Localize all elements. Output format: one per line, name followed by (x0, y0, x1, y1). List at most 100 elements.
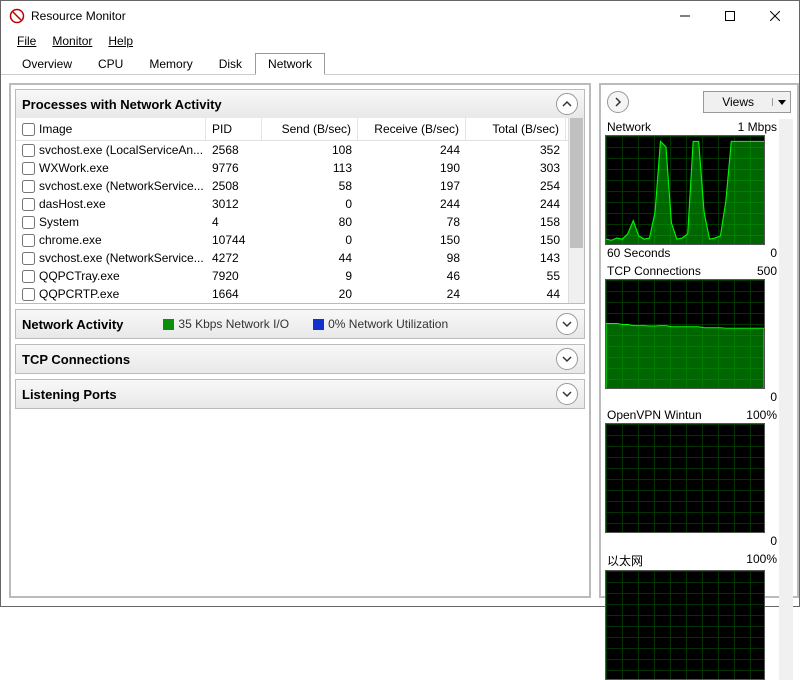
cell-pid: 4272 (206, 249, 262, 267)
collapse-right-panel-button[interactable] (607, 91, 629, 113)
chart-bot-right: 0 (770, 390, 777, 404)
cell-send: 108 (262, 141, 358, 159)
table-row[interactable]: svchost.exe (NetworkService...4272449814… (16, 249, 568, 267)
chart-bot-left: 60 Seconds (607, 246, 670, 260)
table-row[interactable]: WXWork.exe9776113190303 (16, 159, 568, 177)
chart-canvas (605, 423, 765, 533)
dropdown-icon[interactable] (772, 98, 790, 106)
processes-table: Image PID Send (B/sec) Receive (B/sec) T… (16, 118, 568, 303)
expand-icon[interactable] (556, 383, 578, 405)
cell-total: 254 (466, 177, 566, 195)
table-row[interactable]: chrome.exe107440150150 (16, 231, 568, 249)
tab-cpu[interactable]: CPU (85, 53, 136, 75)
collapse-icon[interactable] (556, 93, 578, 115)
right-panel: Views Network1 Mbps60 Seconds0TCP Connec… (599, 83, 799, 598)
section-processes-header[interactable]: Processes with Network Activity (16, 90, 584, 118)
section-tcp-connections-header[interactable]: TCP Connections (16, 345, 584, 373)
chart-title: OpenVPN Wintun (607, 408, 702, 422)
charts-scrollbar[interactable] (779, 119, 793, 680)
cell-receive: 190 (358, 159, 466, 177)
section-processes-title: Processes with Network Activity (22, 97, 222, 112)
chart-canvas (605, 570, 765, 680)
section-listening-title: Listening Ports (22, 387, 117, 402)
row-checkbox[interactable] (22, 234, 35, 247)
tab-overview[interactable]: Overview (9, 53, 85, 75)
row-checkbox[interactable] (22, 144, 35, 157)
row-checkbox[interactable] (22, 162, 35, 175)
select-all-checkbox[interactable] (22, 123, 35, 136)
menu-file[interactable]: File (11, 32, 42, 50)
tab-network[interactable]: Network (255, 53, 325, 75)
table-header-row: Image PID Send (B/sec) Receive (B/sec) T… (16, 118, 568, 141)
cell-image: dasHost.exe (39, 197, 106, 211)
section-tcp-title: TCP Connections (22, 352, 130, 367)
cell-total: 55 (466, 267, 566, 285)
cell-image: QQPCTray.exe (39, 269, 120, 283)
row-checkbox[interactable] (22, 198, 35, 211)
title-bar: Resource Monitor (1, 1, 799, 31)
chart-max: 1 Mbps (738, 120, 777, 134)
col-send[interactable]: Send (B/sec) (262, 118, 358, 140)
cell-receive: 98 (358, 249, 466, 267)
section-listening-ports-header[interactable]: Listening Ports (16, 380, 584, 408)
menu-bar: File Monitor Help (1, 31, 799, 51)
cell-image: chrome.exe (39, 233, 102, 247)
table-row[interactable]: QQPCRTP.exe1664202444 (16, 285, 568, 303)
cell-image: QQPCRTP.exe (39, 287, 119, 301)
row-checkbox[interactable] (22, 180, 35, 193)
expand-icon[interactable] (556, 313, 578, 335)
table-row[interactable]: System48078158 (16, 213, 568, 231)
chart-3: 以太网100% (605, 551, 779, 680)
section-tcp-connections: TCP Connections (15, 344, 585, 374)
views-button[interactable]: Views (703, 91, 791, 113)
cell-send: 20 (262, 285, 358, 303)
menu-monitor[interactable]: Monitor (46, 32, 98, 50)
table-row[interactable]: QQPCTray.exe792094655 (16, 267, 568, 285)
tab-memory[interactable]: Memory (136, 53, 205, 75)
cell-pid: 2508 (206, 177, 262, 195)
cell-send: 58 (262, 177, 358, 195)
tab-disk[interactable]: Disk (206, 53, 255, 75)
row-checkbox[interactable] (22, 270, 35, 283)
row-checkbox[interactable] (22, 216, 35, 229)
chart-2: OpenVPN Wintun100%0 (605, 407, 779, 549)
tab-row: Overview CPU Memory Disk Network (1, 51, 799, 75)
cell-send: 0 (262, 231, 358, 249)
table-row[interactable]: dasHost.exe30120244244 (16, 195, 568, 213)
cell-pid: 2568 (206, 141, 262, 159)
section-listening-ports: Listening Ports (15, 379, 585, 409)
expand-icon[interactable] (556, 348, 578, 370)
chart-1: TCP Connections5000 (605, 263, 779, 405)
cell-pid: 9776 (206, 159, 262, 177)
cell-image: WXWork.exe (39, 161, 109, 175)
minimize-button[interactable] (662, 2, 707, 30)
chart-canvas (605, 279, 765, 389)
cell-total: 303 (466, 159, 566, 177)
col-total[interactable]: Total (B/sec) (466, 118, 566, 140)
row-checkbox[interactable] (22, 252, 35, 265)
row-checkbox[interactable] (22, 288, 35, 301)
maximize-button[interactable] (707, 2, 752, 30)
cell-pid: 4 (206, 213, 262, 231)
col-receive[interactable]: Receive (B/sec) (358, 118, 466, 140)
table-scrollbar[interactable] (568, 118, 584, 303)
col-pid[interactable]: PID (206, 118, 262, 140)
chart-bot-right: 0 (770, 246, 777, 260)
section-network-activity-header[interactable]: Network Activity 35 Kbps Network I/O 0% … (16, 310, 584, 338)
table-row[interactable]: svchost.exe (NetworkService...2508581972… (16, 177, 568, 195)
cell-pid: 3012 (206, 195, 262, 213)
cell-total: 44 (466, 285, 566, 303)
views-label: Views (704, 95, 772, 109)
table-row[interactable]: svchost.exe (LocalServiceAn...2568108244… (16, 141, 568, 159)
chart-bot-right: 0 (770, 534, 777, 548)
menu-help[interactable]: Help (102, 32, 139, 50)
cell-receive: 78 (358, 213, 466, 231)
legend-io: 35 Kbps Network I/O (163, 317, 289, 331)
section-processes: Processes with Network Activity Image PI… (15, 89, 585, 304)
close-button[interactable] (752, 2, 797, 30)
cell-image: svchost.exe (NetworkService... (39, 179, 204, 193)
chart-title: 以太网 (607, 552, 643, 569)
cell-total: 352 (466, 141, 566, 159)
col-image[interactable]: Image (16, 118, 206, 140)
cell-receive: 244 (358, 195, 466, 213)
